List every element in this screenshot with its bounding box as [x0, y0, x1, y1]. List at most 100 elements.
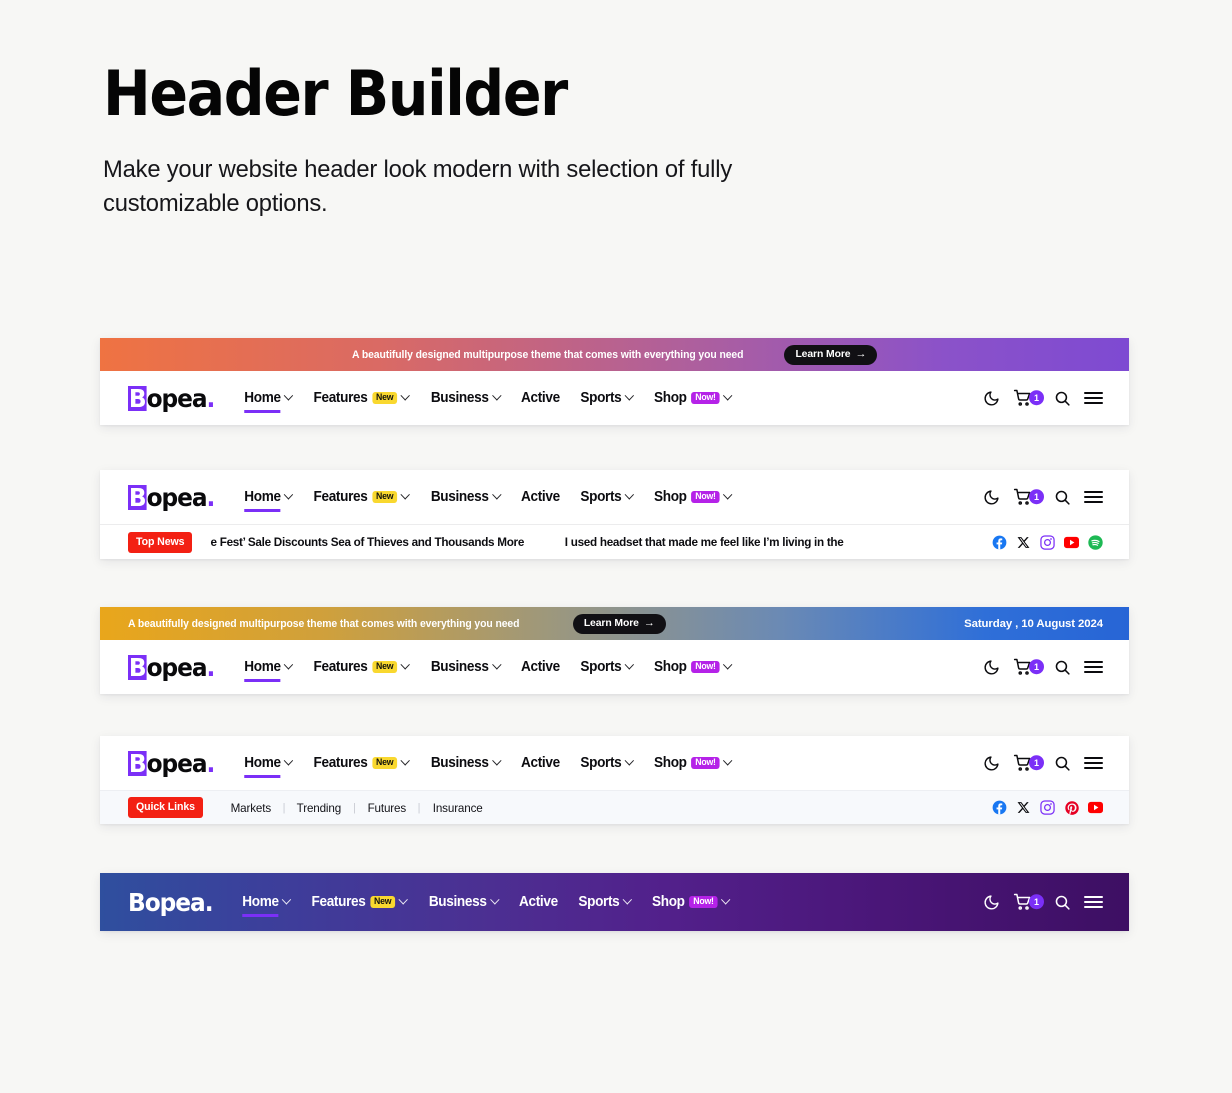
cart-icon[interactable]: 1	[1013, 893, 1044, 911]
learn-more-button[interactable]: Learn More →	[784, 344, 878, 365]
nav-item-active[interactable]: Active	[521, 659, 560, 675]
logo-rest: opea	[146, 482, 208, 512]
nav-item-home[interactable]: Home	[244, 659, 294, 682]
nav-item-sports[interactable]: Sports	[580, 755, 635, 771]
nav-item-home[interactable]: Home	[244, 390, 294, 413]
nav-item-shop[interactable]: Shop Now!	[652, 894, 731, 910]
nav-item-business[interactable]: Business	[431, 390, 502, 406]
cart-icon[interactable]: 1	[1013, 389, 1044, 407]
chevron-down-icon	[283, 390, 294, 401]
hamburger-icon[interactable]	[1084, 490, 1103, 504]
nav-item-business[interactable]: Business	[429, 894, 500, 910]
nav-item-shop[interactable]: Shop Now!	[654, 489, 733, 505]
nav-item-active[interactable]: Active	[521, 755, 560, 771]
nav-label: Business	[429, 894, 487, 910]
chevron-down-icon	[492, 390, 502, 401]
nav-item-sports[interactable]: Sports	[578, 894, 633, 910]
instagram-icon[interactable]	[1040, 534, 1055, 550]
nav-label: Home	[242, 894, 279, 917]
hamburger-icon[interactable]	[1084, 756, 1103, 770]
nav-label: Features	[313, 659, 368, 675]
nav-item-business[interactable]: Business	[431, 659, 502, 675]
nav-label: Active	[521, 390, 560, 406]
search-icon[interactable]	[1054, 755, 1071, 772]
moon-icon[interactable]	[983, 755, 1000, 772]
hamburger-icon[interactable]	[1084, 895, 1103, 909]
nav-item-sports[interactable]: Sports	[580, 390, 635, 406]
cart-icon[interactable]: 1	[1013, 754, 1044, 772]
x-twitter-icon[interactable]	[1016, 535, 1031, 550]
quick-link-trending[interactable]: Trending	[286, 801, 352, 815]
cart-icon[interactable]: 1	[1013, 658, 1044, 676]
navbar-2: Bopea. Home Features New Business Active …	[100, 470, 1129, 524]
nav-item-features[interactable]: Features New	[314, 390, 411, 406]
nav-item-shop[interactable]: Shop Now!	[654, 659, 733, 675]
chevron-down-icon	[283, 659, 294, 670]
nav-menu: Home Features New Business Active Sports …	[243, 489, 733, 512]
nav-item-business[interactable]: Business	[431, 755, 502, 771]
moon-icon[interactable]	[983, 390, 1000, 407]
nav-item-home[interactable]: Home	[242, 894, 292, 917]
header-preview-5: Bopea. Home Features New Business Active …	[100, 873, 1129, 931]
learn-more-button[interactable]: Learn More →	[572, 613, 666, 634]
quick-link-markets[interactable]: Markets	[220, 801, 282, 815]
nav-item-shop[interactable]: Shop Now!	[654, 755, 733, 771]
nav-item-active[interactable]: Active	[519, 894, 558, 910]
nav-item-active[interactable]: Active	[521, 390, 560, 406]
logo[interactable]: Bopea.	[128, 750, 215, 776]
logo-initial: B	[128, 482, 147, 512]
search-icon[interactable]	[1054, 894, 1071, 911]
logo-dot: .	[206, 383, 216, 413]
quick-link-futures[interactable]: Futures	[357, 801, 417, 815]
pinterest-icon[interactable]	[1064, 800, 1079, 815]
nav-item-business[interactable]: Business	[431, 489, 502, 505]
nav-actions: 1	[983, 658, 1103, 676]
youtube-icon[interactable]	[1088, 800, 1103, 815]
hamburger-icon[interactable]	[1084, 391, 1103, 405]
badge-now: Now!	[689, 895, 718, 909]
nav-label: Sports	[580, 390, 622, 406]
nav-item-features[interactable]: Features New	[314, 489, 411, 505]
quick-links-tag[interactable]: Quick Links	[128, 797, 203, 818]
nav-item-features[interactable]: Features New	[312, 894, 409, 910]
ticker-item[interactable]: e Fest’ Sale Discounts Sea of Thieves an…	[211, 535, 525, 549]
quick-link-insurance[interactable]: Insurance	[422, 801, 493, 815]
youtube-icon[interactable]	[1064, 535, 1079, 550]
nav-item-features[interactable]: Features New	[313, 659, 411, 675]
nav-item-sports[interactable]: Sports	[580, 659, 635, 675]
search-icon[interactable]	[1054, 390, 1071, 407]
chevron-down-icon	[622, 894, 633, 905]
cart-icon[interactable]: 1	[1013, 488, 1044, 506]
facebook-icon[interactable]	[992, 535, 1007, 550]
nav-label: Shop	[654, 489, 687, 505]
moon-icon[interactable]	[983, 894, 1000, 911]
learn-more-label: Learn More	[795, 348, 851, 360]
instagram-icon[interactable]	[1040, 800, 1055, 815]
moon-icon[interactable]	[983, 659, 1000, 676]
logo[interactable]: Bopea.	[128, 890, 214, 915]
top-news-tag[interactable]: Top News	[128, 531, 193, 553]
nav-item-home[interactable]: Home	[244, 755, 294, 778]
nav-item-features[interactable]: Features New	[314, 755, 411, 771]
nav-item-shop[interactable]: Shop Now!	[654, 390, 733, 406]
search-icon[interactable]	[1054, 489, 1071, 506]
ticker-item[interactable]: I used headset that made me feel like I’…	[565, 535, 844, 549]
nav-menu: Home Features New Business Active Sports …	[243, 659, 733, 682]
header-preview-2: Bopea. Home Features New Business Active …	[100, 470, 1129, 559]
header-preview-1: A beautifully designed multipurpose them…	[100, 338, 1129, 425]
nav-item-home[interactable]: Home	[244, 489, 294, 512]
hamburger-icon[interactable]	[1084, 660, 1103, 674]
spotify-icon[interactable]	[1088, 534, 1103, 550]
nav-label: Sports	[578, 894, 620, 910]
logo[interactable]: Bopea.	[128, 654, 215, 680]
logo[interactable]: Bopea.	[128, 383, 216, 413]
search-icon[interactable]	[1054, 659, 1071, 676]
moon-icon[interactable]	[983, 489, 1000, 506]
logo[interactable]: Bopea.	[128, 482, 215, 512]
x-twitter-icon[interactable]	[1016, 800, 1031, 815]
facebook-icon[interactable]	[992, 800, 1007, 815]
nav-label: Active	[521, 755, 560, 771]
nav-item-active[interactable]: Active	[521, 489, 560, 505]
chevron-down-icon	[624, 390, 635, 401]
nav-item-sports[interactable]: Sports	[580, 489, 635, 505]
